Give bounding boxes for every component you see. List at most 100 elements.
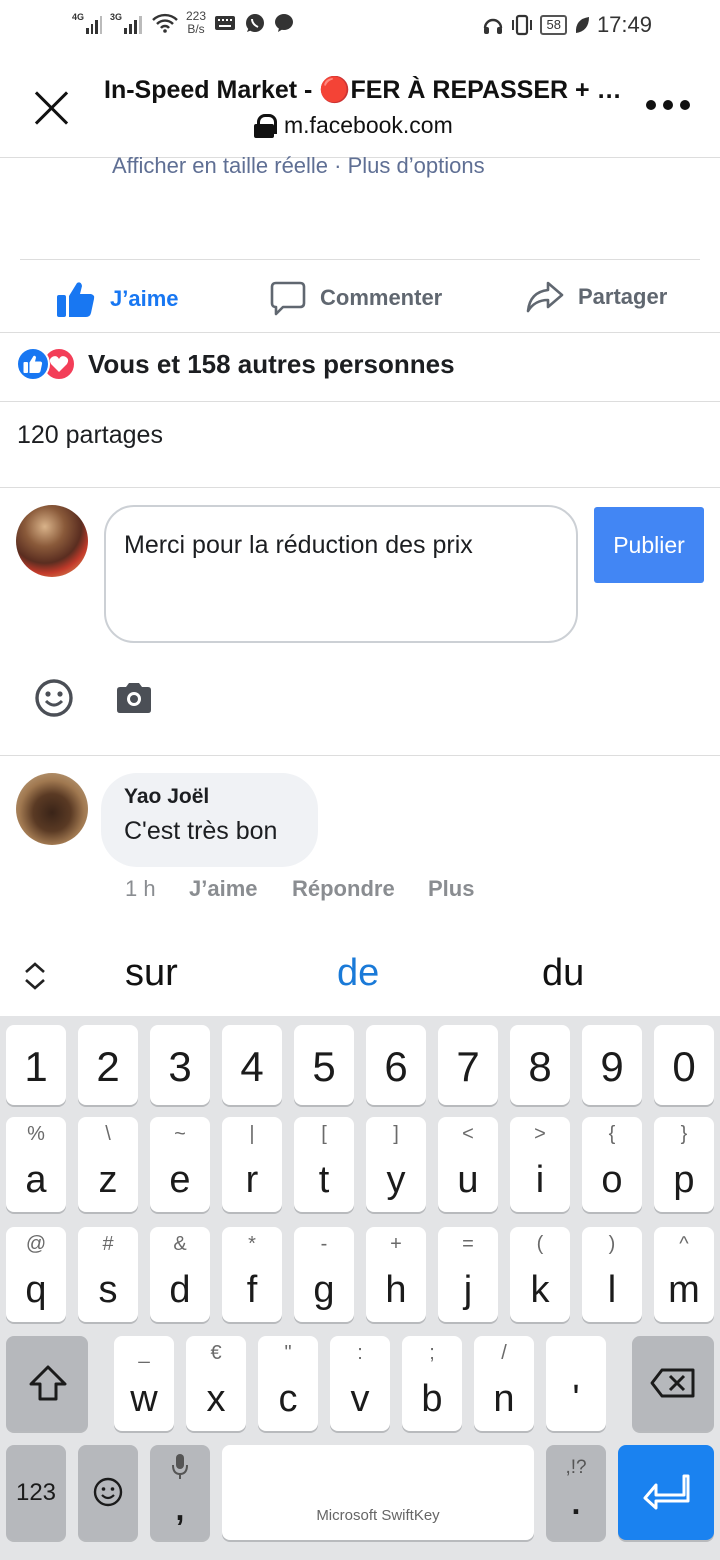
share-button[interactable]: Partager [526,280,667,314]
key-2[interactable]: 2 [78,1025,138,1105]
full-size-link[interactable]: Afficher en taille réelle [112,153,328,178]
backspace-key[interactable] [632,1336,714,1431]
close-icon[interactable] [30,86,74,130]
key-secondary-label: * [248,1233,256,1255]
key-secondary-label: [ [321,1123,327,1145]
key-label: v [350,1378,370,1420]
emoji-key[interactable] [78,1445,138,1540]
key-s[interactable]: # s [78,1227,138,1322]
comment-like-link[interactable]: J’aime [189,876,258,902]
key-secondary-label: _ [138,1342,150,1364]
key-q[interactable]: @ q [6,1227,66,1322]
like-label: J’aime [110,286,179,311]
key-label: t [318,1159,330,1201]
signal-3g-icon: 3G [110,12,144,34]
key-apostrophe[interactable]: ' [546,1336,606,1431]
key-8[interactable]: 8 [510,1025,570,1105]
key-c[interactable]: " c [258,1336,318,1431]
suggestion-right[interactable]: du [542,952,584,995]
key-7[interactable]: 7 [438,1025,498,1105]
comment-more-link[interactable]: Plus [428,876,474,902]
key-t[interactable]: [t [294,1117,354,1212]
key-label: j [463,1269,473,1311]
like-reaction-icon [16,347,50,381]
key-n[interactable]: / n [474,1336,534,1431]
suggestion-center[interactable]: de [337,952,379,995]
status-left: 4G 3G 223 B/s [72,10,294,36]
enter-arrow-icon [643,1474,690,1510]
key-i[interactable]: > i [510,1117,570,1212]
whatsapp-icon [246,14,265,32]
key-0[interactable]: 0 [654,1025,714,1105]
photo-links: Afficher en taille réelle · Plus d’optio… [112,153,485,179]
comma-mic-key[interactable]: , [150,1445,210,1540]
user-avatar [16,505,88,577]
key-f[interactable]: * f [222,1227,282,1322]
emoji-icon[interactable] [34,678,74,718]
publish-button[interactable]: Publier [594,507,704,583]
key-label: l [607,1269,617,1311]
key-u[interactable]: < u [438,1117,498,1212]
key-label: 7 [456,1043,480,1090]
reactions-text: Vous et 158 autres personnes [88,348,455,379]
shift-key[interactable] [6,1336,88,1431]
key-e[interactable]: ~ e [150,1117,210,1212]
key-p[interactable]: } p [654,1117,714,1212]
enter-key[interactable] [618,1445,714,1540]
key-x[interactable]: € x [186,1336,246,1431]
key-y[interactable]: ] y [366,1117,426,1212]
key-1[interactable]: 1 [6,1025,66,1105]
more-options-icon[interactable] [646,100,690,110]
key-secondary-label: @ [25,1233,47,1255]
key-secondary-label: + [390,1233,402,1255]
key-a[interactable]: % a [6,1117,66,1212]
comment-author[interactable]: Yao Joël [124,785,295,809]
key-label: s [98,1269,118,1311]
key-w[interactable]: _ w [114,1336,174,1431]
key-r[interactable]: | r [222,1117,282,1212]
key-label: 3 [168,1043,192,1090]
signal-3g-label: 3G [110,12,123,22]
reactions-summary[interactable]: Vous et 158 autres personnes [16,347,455,381]
like-button[interactable]: J’aime [56,280,179,318]
key-secondary-label: " [284,1342,292,1364]
number-mode-key[interactable]: 123 [6,1445,66,1540]
key-k[interactable]: (k [510,1227,570,1322]
space-key[interactable]: Microsoft SwiftKey [222,1445,534,1540]
key-3[interactable]: 3 [150,1025,210,1105]
expand-toolbar-icon[interactable] [22,960,48,992]
key-label: a [25,1159,47,1201]
key-v[interactable]: :v [330,1336,390,1431]
comment-input[interactable]: Merci pour la réduction des prix [104,505,578,643]
camera-icon[interactable] [114,678,154,718]
key-6[interactable]: 6 [366,1025,426,1105]
key-d[interactable]: & d [150,1227,210,1322]
key-o[interactable]: {o [582,1117,642,1212]
key-label: z [98,1159,118,1201]
key-g[interactable]: -g [294,1227,354,1322]
commenter-avatar[interactable] [16,773,88,845]
period-key[interactable]: ,!? . [546,1445,606,1540]
more-options-link[interactable]: Plus d’options [348,153,485,178]
key-5[interactable]: 5 [294,1025,354,1105]
key-secondary-label: # [102,1233,114,1255]
key-secondary-label: > [534,1123,546,1145]
key-label: o [601,1159,623,1201]
key-h[interactable]: + h [366,1227,426,1322]
key-b[interactable]: ; b [402,1336,462,1431]
comment-reply-link[interactable]: Répondre [292,876,395,902]
key-z[interactable]: \ z [78,1117,138,1212]
comment-label: Commenter [320,285,443,310]
key-label: i [535,1159,545,1201]
shares-count[interactable]: 120 partages [17,421,163,450]
key-l[interactable]: ) l [582,1227,642,1322]
key-j[interactable]: = j [438,1227,498,1322]
key-secondary-label: ) [608,1233,616,1255]
suggestion-left[interactable]: sur [125,952,178,995]
key-secondary-label: ^ [679,1233,689,1255]
key-m[interactable]: ^ m [654,1227,714,1322]
comment-text: C'est très bon [124,817,278,845]
key-9[interactable]: 9 [582,1025,642,1105]
key-4[interactable]: 4 [222,1025,282,1105]
comment-button[interactable]: Commenter [270,280,442,316]
